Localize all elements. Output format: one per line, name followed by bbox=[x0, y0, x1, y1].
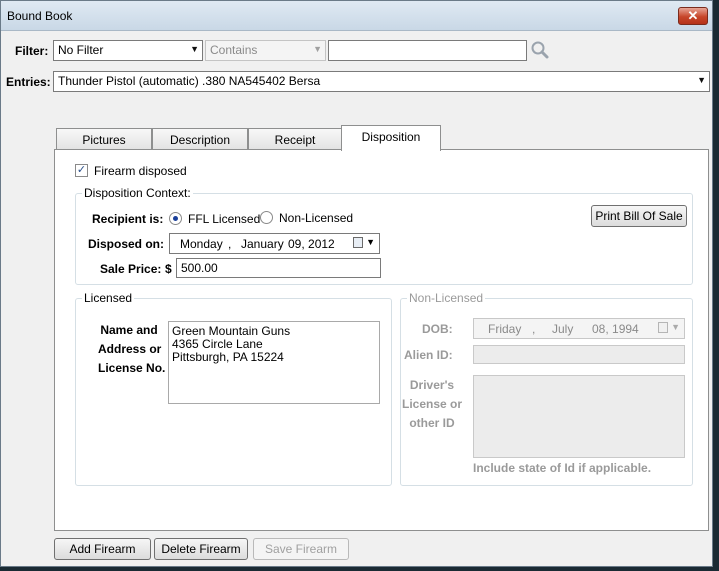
tab-disposition[interactable]: Disposition bbox=[341, 125, 441, 151]
tab-description-label: Description bbox=[169, 133, 231, 147]
dob-weekday: Friday bbox=[488, 322, 522, 336]
calendar-icon[interactable] bbox=[353, 237, 363, 248]
chevron-down-icon[interactable]: ▼ bbox=[366, 237, 375, 247]
disposition-panel: ✓ Firearm disposed Disposition Context: … bbox=[54, 149, 709, 531]
sale-price-label: Sale Price: bbox=[100, 262, 162, 276]
dob-day-year: 08, 1994 bbox=[592, 322, 639, 336]
filter-select-value: No Filter bbox=[58, 43, 104, 57]
window-title: Bound Book bbox=[7, 9, 73, 23]
sale-price-input[interactable]: 500.00 bbox=[176, 258, 381, 278]
firearm-disposed-label: Firearm disposed bbox=[94, 164, 187, 178]
non-licensed-radio[interactable] bbox=[260, 211, 273, 224]
ffl-licensed-radio[interactable] bbox=[169, 212, 182, 225]
drivers-license-textarea bbox=[473, 375, 685, 458]
save-firearm-label: Save Firearm bbox=[264, 542, 338, 556]
delete-firearm-label: Delete Firearm bbox=[161, 542, 241, 556]
disposed-on-label: Disposed on: bbox=[88, 237, 165, 251]
disposed-on-weekday: Monday bbox=[180, 237, 223, 251]
disposed-on-separator: , bbox=[228, 237, 232, 251]
search-icon bbox=[531, 41, 549, 59]
chevron-down-icon: ▼ bbox=[671, 322, 680, 332]
entries-select[interactable]: Thunder Pistol (automatic) .380 NA545402… bbox=[53, 71, 710, 92]
delete-firearm-button[interactable]: Delete Firearm bbox=[154, 538, 248, 560]
search-button[interactable] bbox=[529, 39, 551, 61]
ffl-licensed-label: FFL Licensed bbox=[188, 212, 261, 226]
recipient-label: Recipient is: bbox=[92, 212, 164, 226]
disposed-on-month: January bbox=[241, 237, 284, 251]
tab-description[interactable]: Description bbox=[152, 128, 248, 150]
licensee-address-textarea[interactable]: Green Mountain Guns 4365 Circle Lane Pit… bbox=[168, 321, 380, 404]
disposition-context-group: Disposition Context: Recipient is: FFL L… bbox=[75, 186, 693, 285]
chevron-down-icon: ▼ bbox=[697, 75, 706, 85]
currency-symbol: $ bbox=[165, 262, 172, 276]
drivers-license-hint: Include state of Id if applicable. bbox=[473, 461, 652, 475]
add-firearm-button[interactable]: Add Firearm bbox=[54, 538, 151, 560]
disposition-context-title: Disposition Context: bbox=[82, 186, 193, 200]
close-button[interactable]: ✕ bbox=[678, 7, 708, 25]
licensed-group: Licensed Name and Address or License No.… bbox=[75, 291, 392, 486]
drivers-license-label-line: License or bbox=[402, 397, 463, 411]
drivers-license-label: Driver's License or other ID bbox=[402, 376, 462, 433]
print-bill-of-sale-button[interactable]: Print Bill Of Sale bbox=[591, 205, 687, 227]
drivers-license-label-line: Driver's bbox=[409, 378, 455, 392]
dob-date-picker: Friday , July 08, 1994 ▼ bbox=[473, 318, 685, 339]
tab-receipt[interactable]: Receipt bbox=[248, 128, 342, 150]
chevron-down-icon: ▼ bbox=[313, 44, 322, 54]
calendar-icon bbox=[658, 322, 668, 333]
tab-pictures-label: Pictures bbox=[82, 133, 126, 147]
alien-id-input bbox=[473, 345, 685, 364]
save-firearm-button: Save Firearm bbox=[253, 538, 349, 560]
entries-select-value: Thunder Pistol (automatic) .380 NA545402… bbox=[58, 74, 321, 88]
close-icon: ✕ bbox=[687, 8, 699, 23]
add-firearm-label: Add Firearm bbox=[69, 542, 136, 556]
name-address-label-line: License No. bbox=[98, 361, 166, 375]
bound-book-window: Bound Book ✕ Filter: No Filter ▼ Contain… bbox=[0, 0, 713, 567]
tab-disposition-label: Disposition bbox=[361, 130, 421, 144]
filter-operator-select: Contains ▼ bbox=[205, 40, 326, 61]
name-address-label-line: Address or bbox=[98, 342, 162, 356]
disposed-on-date-picker[interactable]: Monday , January 09, 2012 ▼ bbox=[169, 233, 380, 254]
dob-month: July bbox=[552, 322, 574, 336]
non-licensed-group: Non-Licensed DOB: Friday , July 08, 1994… bbox=[400, 291, 693, 486]
filter-label: Filter: bbox=[15, 44, 49, 58]
address-line: Pittsburgh, PA 15224 bbox=[172, 350, 284, 364]
name-address-label: Name and Address or License No. bbox=[98, 321, 166, 378]
non-licensed-title: Non-Licensed bbox=[407, 291, 486, 305]
licensed-title: Licensed bbox=[82, 291, 135, 305]
filter-search-input[interactable] bbox=[328, 40, 527, 61]
chevron-down-icon: ▼ bbox=[190, 44, 199, 54]
disposed-on-day-year: 09, 2012 bbox=[288, 237, 335, 251]
drivers-license-label-line: other ID bbox=[409, 416, 455, 430]
dob-label: DOB: bbox=[422, 322, 453, 336]
tab-pictures[interactable]: Pictures bbox=[56, 128, 152, 150]
filter-operator-value: Contains bbox=[210, 43, 258, 57]
name-address-label-line: Name and bbox=[100, 323, 158, 337]
entries-label: Entries: bbox=[6, 75, 51, 89]
alien-id-label: Alien ID: bbox=[404, 348, 453, 362]
print-bill-of-sale-label: Print Bill Of Sale bbox=[595, 209, 683, 223]
sale-price-value: 500.00 bbox=[181, 261, 218, 275]
non-licensed-label: Non-Licensed bbox=[279, 211, 354, 225]
filter-select[interactable]: No Filter ▼ bbox=[53, 40, 203, 61]
firearm-disposed-checkbox[interactable]: ✓ bbox=[75, 164, 88, 177]
tab-receipt-label: Receipt bbox=[274, 133, 316, 147]
title-bar: Bound Book ✕ bbox=[1, 1, 712, 31]
dob-separator: , bbox=[532, 322, 536, 336]
